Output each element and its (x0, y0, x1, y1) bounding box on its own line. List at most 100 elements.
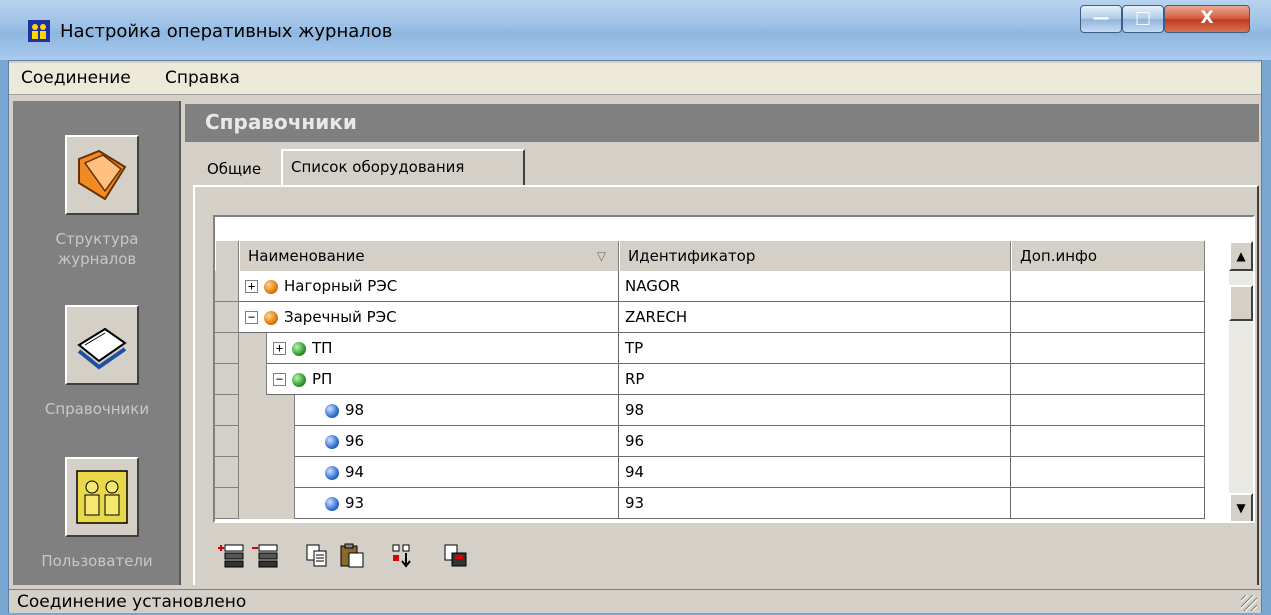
resize-grip-icon[interactable] (1241, 595, 1257, 611)
table-row[interactable]: 96 96 (215, 426, 1205, 457)
cell-identifier[interactable]: ZARECH (619, 302, 1011, 333)
collapse-icon[interactable]: − (273, 373, 286, 386)
title-bar[interactable]: Настройка оперативных журналов — □ X (0, 0, 1271, 60)
tree-indent (239, 426, 295, 457)
minimize-button[interactable]: — (1080, 5, 1122, 33)
export-button[interactable] (441, 541, 471, 571)
menu-bar: Соединение Справка (9, 63, 1261, 95)
column-header-extra[interactable]: Доп.инфо (1011, 241, 1205, 271)
column-header-id[interactable]: Идентификатор (619, 241, 1011, 271)
row-indicator[interactable] (215, 457, 239, 488)
cell-name[interactable]: − Заречный РЭС (239, 302, 619, 333)
expand-icon[interactable]: + (245, 280, 258, 293)
node-label: Заречный РЭС (284, 308, 397, 326)
table-row[interactable]: − РП RP (215, 364, 1205, 395)
collapse-icon[interactable]: − (245, 311, 258, 324)
scroll-up-button[interactable]: ▲ (1229, 241, 1253, 271)
cell-extra-info[interactable] (1011, 457, 1205, 488)
row-indicator[interactable] (215, 364, 239, 395)
sort-icon: ▽ (596, 249, 606, 263)
cell-identifier[interactable]: TP (619, 333, 1011, 364)
move-down-button[interactable] (389, 541, 419, 571)
cell-name[interactable]: 96 (295, 426, 619, 457)
section-header: Справочники (185, 104, 1259, 142)
cell-name[interactable]: − РП (267, 364, 619, 395)
cell-identifier[interactable]: 96 (619, 426, 1011, 457)
paste-button[interactable] (337, 541, 367, 571)
cell-name[interactable]: 93 (295, 488, 619, 519)
scroll-down-button[interactable]: ▼ (1229, 493, 1253, 521)
table-row[interactable]: − Заречный РЭС ZARECH (215, 302, 1205, 333)
node-blue-icon (325, 403, 339, 418)
cell-identifier[interactable]: RP (619, 364, 1011, 395)
menu-help[interactable]: Справка (159, 68, 246, 88)
tree-indent (239, 488, 295, 519)
cell-extra-info[interactable] (1011, 333, 1205, 364)
copy-button[interactable] (303, 541, 333, 571)
row-indicator[interactable] (215, 271, 239, 302)
tab-general[interactable]: Общие (199, 153, 269, 185)
node-label: 94 (345, 463, 365, 481)
cell-name[interactable]: 98 (295, 395, 619, 426)
structure-button[interactable] (65, 135, 139, 215)
users-icon (76, 470, 128, 524)
table-row[interactable]: + Нагорный РЭС NAGOR (215, 271, 1205, 302)
cell-extra-info[interactable] (1011, 271, 1205, 302)
row-indicator[interactable] (215, 333, 239, 364)
delete-record-button[interactable] (251, 541, 281, 571)
references-button[interactable] (65, 305, 139, 385)
client-area: Соединение Справка Структура журналов Сп… (8, 60, 1262, 613)
row-indicator[interactable] (215, 426, 239, 457)
node-label: 96 (345, 432, 365, 450)
tab-equipment-list[interactable]: Список оборудования (281, 149, 525, 185)
node-blue-icon (325, 496, 339, 511)
header-indicator (215, 241, 239, 271)
table-row[interactable]: 98 98 (215, 395, 1205, 426)
node-blue-icon (325, 434, 339, 449)
folder-icon (78, 149, 127, 201)
row-indicator[interactable] (215, 395, 239, 426)
export-icon (444, 544, 467, 567)
arrow-down-icon: ▼ (1236, 501, 1246, 515)
delete-record-icon (252, 544, 278, 568)
users-button[interactable] (65, 457, 139, 537)
close-button[interactable]: X (1164, 5, 1250, 33)
table-row[interactable]: 94 94 (215, 457, 1205, 488)
column-header-name-label: Наименование (248, 247, 365, 265)
references-panel: Справочники Общие Список оборудования На… (185, 101, 1259, 585)
row-indicator[interactable] (215, 302, 239, 333)
add-record-button[interactable] (217, 541, 247, 571)
menu-connection[interactable]: Соединение (15, 68, 137, 88)
maximize-button[interactable]: □ (1122, 5, 1164, 33)
cell-extra-info[interactable] (1011, 364, 1205, 395)
cell-identifier[interactable]: 94 (619, 457, 1011, 488)
table-row[interactable]: 93 93 (215, 488, 1205, 519)
expand-icon[interactable]: + (273, 342, 286, 355)
cell-identifier[interactable]: NAGOR (619, 271, 1011, 302)
paste-icon (340, 543, 364, 568)
equipment-tree-grid[interactable]: Наименование ▽ Идентификатор Доп.инфо + Н… (213, 215, 1255, 523)
row-indicator[interactable] (215, 488, 239, 519)
scroll-thumb[interactable] (1229, 285, 1253, 321)
cell-extra-info[interactable] (1011, 395, 1205, 426)
vertical-scrollbar[interactable]: ▲ ▼ (1229, 241, 1253, 521)
cell-name[interactable]: + Нагорный РЭС (239, 271, 619, 302)
users-label: Пользователи (41, 552, 153, 570)
navigation-sidebar: Структура журналов Справочники Пользоват… (13, 101, 181, 585)
cell-identifier[interactable]: 98 (619, 395, 1011, 426)
column-header-name[interactable]: Наименование ▽ (239, 241, 619, 271)
status-bar: Соединение установлено (9, 589, 1261, 613)
equipment-tab-pane: Наименование ▽ Идентификатор Доп.инфо + Н… (193, 185, 1259, 585)
cell-extra-info[interactable] (1011, 488, 1205, 519)
node-green-icon (292, 372, 306, 387)
node-green-icon (292, 341, 306, 356)
cell-name[interactable]: + ТП (267, 333, 619, 364)
cell-extra-info[interactable] (1011, 426, 1205, 457)
table-row[interactable]: + ТП TP (215, 333, 1205, 364)
cell-name[interactable]: 94 (295, 457, 619, 488)
tree-indent (239, 395, 295, 426)
cell-identifier[interactable]: 93 (619, 488, 1011, 519)
cell-extra-info[interactable] (1011, 302, 1205, 333)
move-down-icon (392, 544, 411, 568)
add-record-icon (218, 544, 244, 568)
